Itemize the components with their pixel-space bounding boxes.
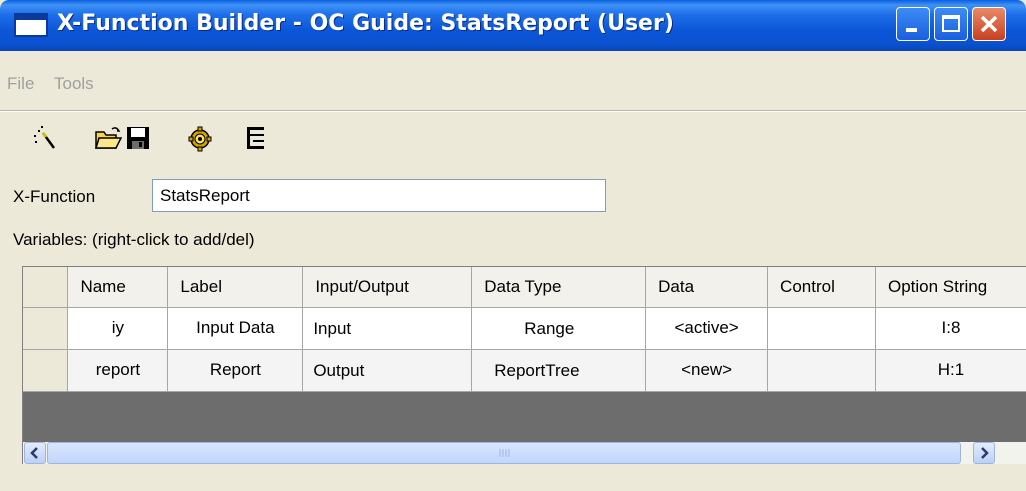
variables-table: Name Label Input/Output Data Type Data C… <box>23 267 1026 392</box>
cell-data-type[interactable]: ReportTree <box>471 349 647 392</box>
cell-data-type-value: ReportTree <box>494 360 580 380</box>
variables-label: Variables: (right-click to add/del) <box>13 230 255 249</box>
variables-grid[interactable]: Name Label Input/Output Data Type Data C… <box>22 266 1026 464</box>
close-icon <box>980 15 998 33</box>
cell-data-type[interactable]: Range <box>471 307 647 350</box>
column-header-name[interactable]: Name <box>67 267 169 308</box>
column-header-data-type[interactable]: Data Type <box>471 267 647 308</box>
cell-option-string[interactable]: I:8 <box>875 307 1026 350</box>
cell-data-type-value: Range <box>524 318 575 338</box>
cell-name[interactable]: iy <box>67 307 169 350</box>
maximize-button[interactable] <box>934 7 968 41</box>
compile-gear-icon[interactable] <box>186 124 214 152</box>
close-button[interactable] <box>972 7 1006 41</box>
cell-data[interactable]: <new> <box>645 349 769 392</box>
window-app-icon <box>14 13 48 37</box>
table-row: iy Input Data Input Range <active> I:8 <box>23 307 1026 350</box>
wand-icon[interactable] <box>30 124 58 152</box>
minimize-button[interactable] <box>896 7 930 41</box>
cell-input-output-value: Output <box>313 360 365 380</box>
cell-label[interactable]: Input Data <box>167 307 304 350</box>
grid-body: Name Label Input/Output Data Type Data C… <box>23 267 1026 442</box>
menu-file[interactable]: File <box>7 74 34 94</box>
xfunction-label: X-Function <box>13 187 96 206</box>
xfunction-name-input[interactable] <box>152 179 606 212</box>
tree-view-icon[interactable] <box>242 124 270 152</box>
scroll-left-button[interactable] <box>24 442 46 464</box>
menu-separator <box>0 110 1026 112</box>
scrollbar-thumb[interactable] <box>47 442 961 464</box>
horizontal-scrollbar[interactable] <box>23 442 1026 464</box>
row-header[interactable] <box>23 349 69 392</box>
x-function-builder-window: X-Function Builder - OC Guide: StatsRepo… <box>0 0 1026 491</box>
cell-control[interactable] <box>767 307 876 350</box>
grip-icon <box>499 449 510 457</box>
column-header-label[interactable]: Label <box>167 267 304 308</box>
cell-name[interactable]: report <box>67 349 169 392</box>
cell-label[interactable]: Report <box>167 349 304 392</box>
column-header-data[interactable]: Data <box>645 267 769 308</box>
chevron-right-icon <box>981 447 989 459</box>
table-row: report Report Output ReportTree <new> H:… <box>23 349 1026 392</box>
cell-control[interactable] <box>767 349 876 392</box>
column-header-input-output[interactable]: Input/Output <box>302 267 473 308</box>
cell-input-output-value: Input <box>313 318 352 338</box>
open-folder-icon[interactable] <box>94 124 122 152</box>
save-icon[interactable] <box>124 124 152 152</box>
maximize-icon <box>942 15 960 32</box>
menu-tools[interactable]: Tools <box>54 74 94 94</box>
column-header-option-string[interactable]: Option String <box>875 267 1026 308</box>
cell-data[interactable]: <active> <box>645 307 769 350</box>
scroll-right-button[interactable] <box>973 442 995 464</box>
grid-corner-cell[interactable] <box>23 267 69 308</box>
cell-input-output[interactable]: Input <box>302 307 473 350</box>
window-title: X-Function Builder - OC Guide: StatsRepo… <box>57 11 674 36</box>
cell-input-output[interactable]: Output <box>302 349 473 392</box>
grid-header-row: Name Label Input/Output Data Type Data C… <box>23 267 1026 308</box>
title-bar[interactable]: X-Function Builder - OC Guide: StatsRepo… <box>0 0 1026 51</box>
chevron-left-icon <box>30 447 38 459</box>
row-header[interactable] <box>23 307 69 350</box>
column-header-control[interactable]: Control <box>767 267 876 308</box>
cell-option-string[interactable]: H:1 <box>875 349 1026 392</box>
minimize-icon <box>906 28 917 32</box>
